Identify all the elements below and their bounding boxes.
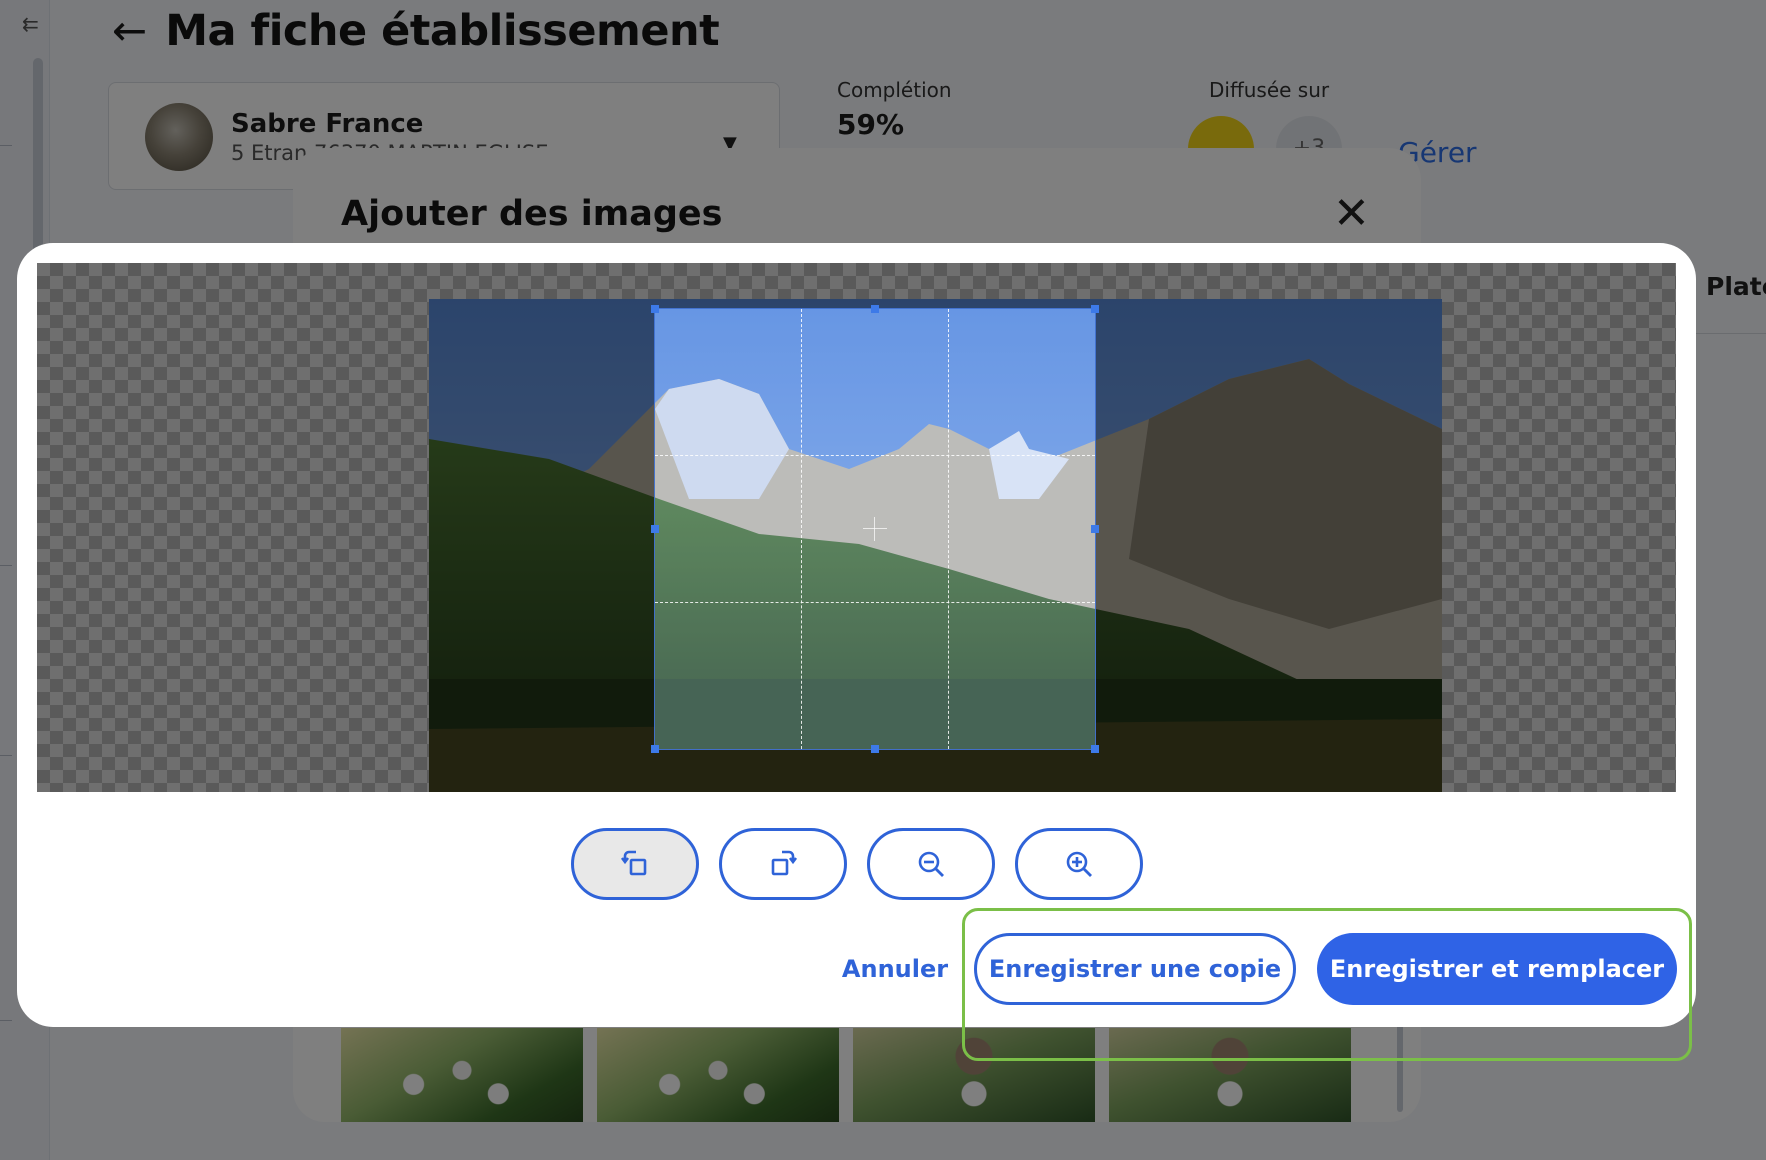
- crop-handle-bottom-right[interactable]: [1091, 745, 1099, 753]
- crop-grid-line: [655, 455, 1095, 456]
- save-copy-button[interactable]: Enregistrer une copie: [974, 933, 1296, 1005]
- save-replace-button[interactable]: Enregistrer et remplacer: [1317, 933, 1677, 1005]
- crop-handle-right[interactable]: [1091, 525, 1099, 533]
- rotate-left-icon: [620, 850, 647, 876]
- crop-handle-top-left[interactable]: [651, 305, 659, 313]
- crop-selection[interactable]: [654, 308, 1096, 750]
- crop-handle-top[interactable]: [871, 305, 879, 313]
- rotate-left-button[interactable]: [571, 828, 699, 900]
- crop-handle-top-right[interactable]: [1091, 305, 1099, 313]
- rotate-right-icon: [771, 850, 798, 876]
- landscape-photo: [429, 299, 1442, 792]
- zoom-out-button[interactable]: [867, 828, 995, 900]
- zoom-out-icon: [918, 851, 944, 877]
- crop-canvas: [37, 263, 1676, 792]
- rotate-right-button[interactable]: [719, 828, 847, 900]
- crop-toolbar: [571, 828, 1143, 900]
- crop-image-modal: Annuler Enregistrer une copie Enregistre…: [17, 243, 1696, 1027]
- zoom-in-button[interactable]: [1015, 828, 1143, 900]
- crop-handle-bottom-left[interactable]: [651, 745, 659, 753]
- cancel-button[interactable]: Annuler: [817, 933, 973, 1005]
- zoom-in-icon: [1066, 851, 1092, 877]
- crop-grid-line: [948, 309, 949, 749]
- crop-center-crosshair: [863, 517, 887, 541]
- crop-grid-line: [801, 309, 802, 749]
- crop-grid-line: [655, 602, 1095, 603]
- crop-handle-left[interactable]: [651, 525, 659, 533]
- crop-handle-bottom[interactable]: [871, 745, 879, 753]
